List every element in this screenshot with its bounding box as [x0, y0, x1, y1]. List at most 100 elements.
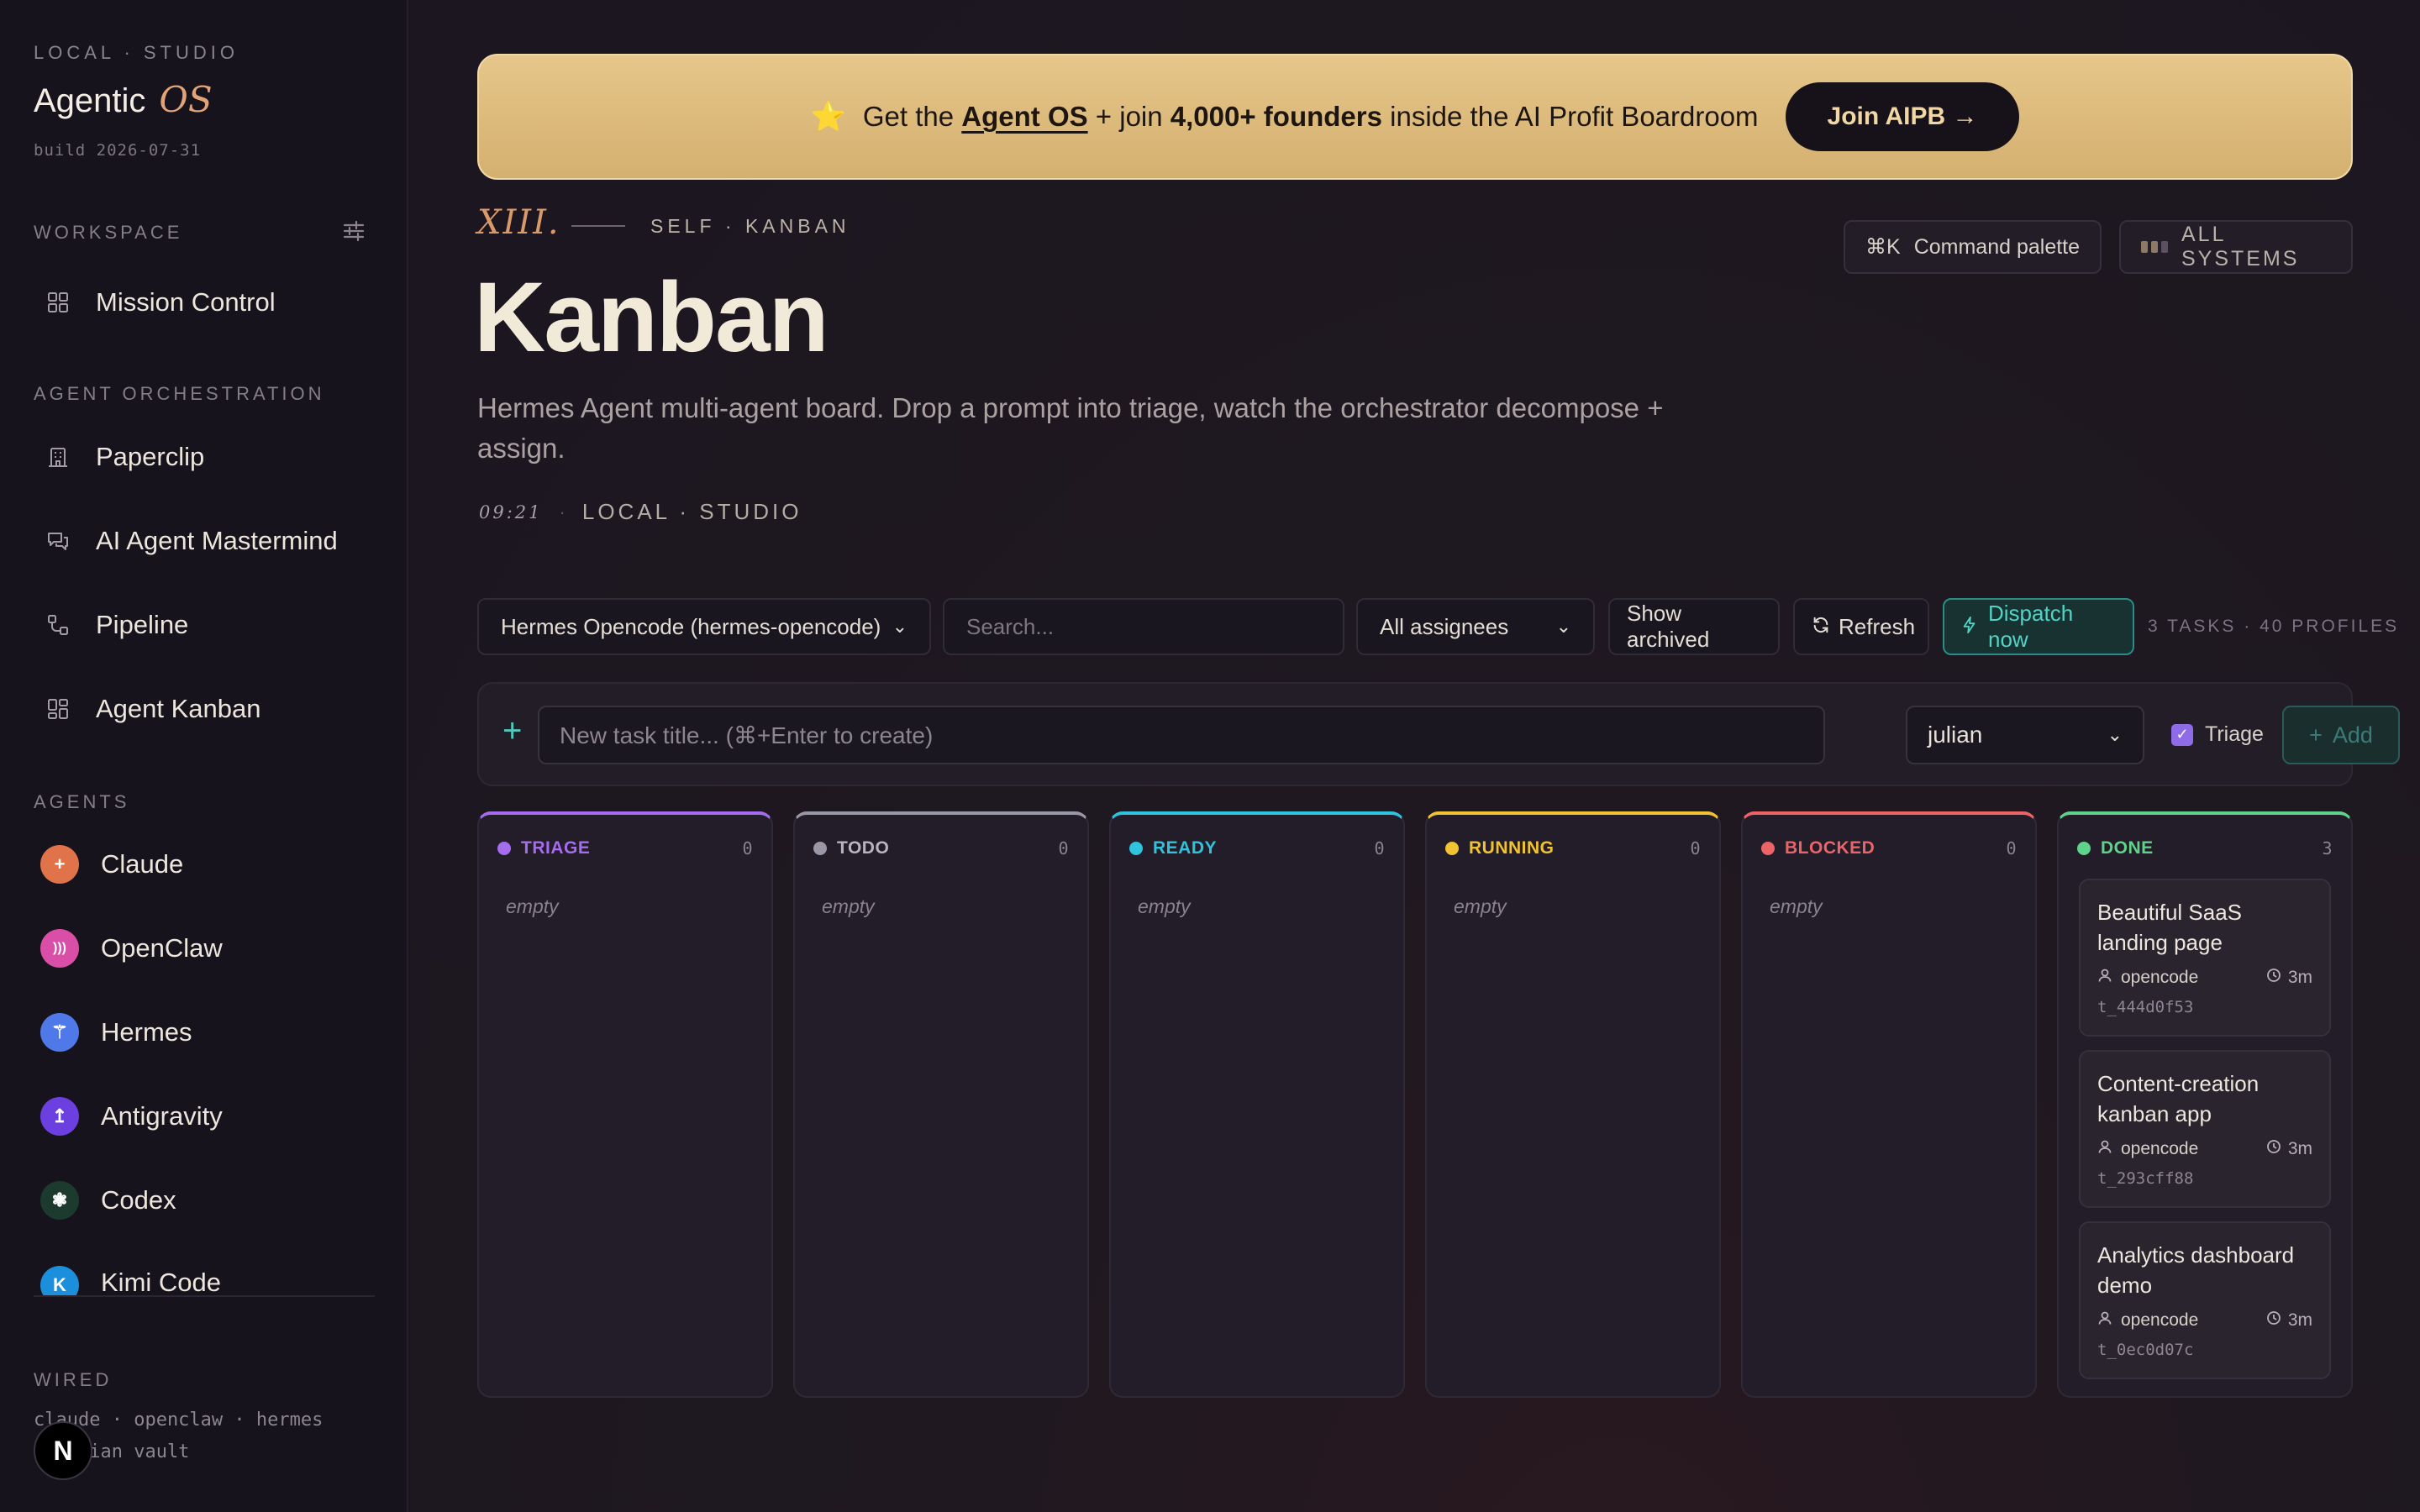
column-empty: empty — [822, 895, 875, 917]
sidebar-agent-openclaw[interactable]: ))) OpenClaw — [34, 918, 375, 979]
banner-link[interactable]: Agent OS — [961, 101, 1087, 133]
sidebar-agent-claude[interactable]: + Claude — [34, 834, 375, 895]
card-age: 3m — [2266, 968, 2312, 988]
dispatch-button[interactable]: Dispatch now — [1943, 598, 2134, 655]
sidebar-agent-codex[interactable]: ❃ Codex — [34, 1170, 375, 1231]
command-palette-button[interactable]: ⌘K Command palette — [1844, 220, 2102, 274]
new-task-input[interactable]: New task title... (⌘+Enter to create) — [538, 706, 1825, 764]
plus-icon: + — [502, 712, 523, 749]
show-archived-button[interactable]: Show archived — [1608, 598, 1780, 655]
column-done: DONE 3 Beautiful SaaS landing page openc… — [2057, 811, 2353, 1398]
task-card[interactable]: Content-creation kanban app opencode 3m … — [2079, 1050, 2331, 1208]
sidebar-agent-antigravity[interactable]: ↥ Antigravity — [34, 1086, 375, 1147]
column-title: TODO — [837, 838, 890, 858]
location-label: LOCAL · STUDIO — [581, 499, 802, 524]
brand-title[interactable]: Agentic OS — [34, 79, 213, 120]
page-description: Hermes Agent multi-agent board. Drop a p… — [477, 392, 1664, 464]
triage-checkbox[interactable]: ✓ Triage — [2171, 722, 2264, 747]
column-empty: empty — [1454, 895, 1507, 917]
grid-icon — [45, 290, 71, 315]
quick-add-bar: + New task title... (⌘+Enter to create) … — [477, 682, 2400, 786]
age-value: 3m — [2287, 1310, 2312, 1330]
banner-text: ⭐ Get the Agent OS + join 4,000+ founder… — [811, 100, 1759, 134]
card-title: Content-creation kanban app — [2097, 1071, 2260, 1126]
join-button[interactable]: Join AIPB → — [1785, 82, 2020, 151]
task-assignee-value: julian — [1928, 722, 1983, 748]
column-header: READY 0 — [1129, 838, 1385, 858]
card-meta: opencode 3m — [2097, 968, 2312, 988]
column-count: 3 — [2322, 838, 2333, 858]
sidebar-item-pipeline[interactable]: Pipeline — [34, 595, 375, 655]
page-title: Kanban — [474, 262, 829, 373]
next-badge-icon[interactable]: N — [34, 1421, 92, 1480]
search-placeholder: Search... — [966, 613, 1055, 639]
card-id: t_444d0f53 — [2097, 998, 2194, 1016]
sidebar-item-mastermind[interactable]: AI Agent Mastermind — [34, 511, 375, 571]
sidebar-item-agent-kanban[interactable]: Agent Kanban — [34, 679, 375, 739]
add-task-button[interactable]: + Add — [2282, 706, 2400, 764]
kimi-icon: K — [40, 1266, 79, 1296]
claude-icon: + — [40, 845, 79, 884]
add-label: Add — [2332, 722, 2373, 748]
column-title: TRIAGE — [521, 838, 591, 858]
wired-label: WIRED — [34, 1369, 113, 1390]
column-todo: TODO 0 empty — [793, 811, 1089, 1398]
building-icon — [45, 444, 71, 470]
clock-icon — [2266, 1310, 2281, 1331]
divider — [571, 225, 625, 227]
sidebar-item-label: Pipeline — [96, 610, 189, 639]
command-key: ⌘K — [1865, 235, 1901, 259]
brand-accent: OS — [159, 79, 213, 120]
sidebar-item-mission-control[interactable]: Mission Control — [34, 272, 375, 333]
new-task-placeholder: New task title... (⌘+Enter to create) — [560, 722, 934, 748]
lightning-icon — [1961, 614, 1978, 640]
card-assignee: opencode — [2097, 1139, 2198, 1159]
agent-label: OpenClaw — [101, 933, 223, 963]
task-card[interactable]: Beautiful SaaS landing page opencode 3m … — [2079, 879, 2331, 1037]
column-title: BLOCKED — [1785, 838, 1876, 858]
status-dot — [1445, 842, 1459, 855]
status-dot — [1129, 842, 1143, 855]
sidebar-item-paperclip[interactable]: Paperclip — [34, 427, 375, 487]
task-count: 3 TASKS · 40 PROFILES — [2148, 617, 2400, 636]
column-header: DONE 3 — [2077, 838, 2333, 858]
banner-text-mid: + join — [1087, 101, 1171, 132]
sidebar-agent-hermes[interactable]: ⚚ Hermes — [34, 1002, 375, 1063]
dispatch-label: Dispatch now — [1988, 601, 2074, 652]
refresh-button[interactable]: Refresh — [1793, 598, 1929, 655]
column-header: RUNNING 0 — [1445, 838, 1701, 858]
chat-icon — [45, 528, 71, 554]
task-assignee-select[interactable]: julian ⌄ — [1906, 706, 2144, 764]
board-select[interactable]: Hermes Opencode (hermes-opencode) ⌄ — [477, 598, 931, 655]
assignee-select[interactable]: All assignees ⌄ — [1356, 598, 1595, 655]
column-count: 0 — [1058, 838, 1069, 858]
card-title: Analytics dashboard demo — [2097, 1242, 2295, 1298]
antigravity-icon: ↥ — [40, 1097, 79, 1136]
search-input[interactable]: Search... — [943, 598, 1344, 655]
assignee-name: opencode — [2121, 1139, 2199, 1158]
sidebar-item-label: AI Agent Mastermind — [96, 526, 338, 555]
sidebar-agent-kimi[interactable]: K Kimi Code — [34, 1254, 375, 1296]
user-icon — [2097, 1310, 2112, 1331]
column-count: 0 — [2006, 838, 2017, 858]
task-card[interactable]: Analytics dashboard demo opencode 3m t_0… — [2079, 1221, 2331, 1379]
clock-time: 09:21 — [479, 501, 543, 522]
hermes-icon: ⚚ — [40, 1013, 79, 1052]
assignee-select-value: All assignees — [1380, 613, 1509, 639]
separator: · — [559, 501, 566, 522]
build-version: build 2026-07-31 — [34, 141, 202, 160]
column-empty: empty — [1138, 895, 1191, 917]
system-status-button[interactable]: ALL SYSTEMS — [2119, 220, 2353, 274]
agent-label: Hermes — [101, 1017, 192, 1047]
agent-label: Antigravity — [101, 1101, 223, 1131]
checkmark-icon: ✓ — [2171, 723, 2193, 746]
agent-label: Claude — [101, 849, 184, 879]
card-title: Beautiful SaaS landing page — [2097, 900, 2243, 955]
user-icon — [2097, 968, 2112, 988]
main-content: ⭐ Get the Agent OS + join 4,000+ founder… — [410, 0, 2420, 1512]
column-title: RUNNING — [1469, 838, 1555, 858]
card-assignee: opencode — [2097, 1310, 2198, 1331]
card-age: 3m — [2266, 1310, 2312, 1331]
sliders-icon[interactable] — [341, 218, 366, 244]
brand-eyebrow: LOCAL · STUDIO — [34, 42, 239, 63]
